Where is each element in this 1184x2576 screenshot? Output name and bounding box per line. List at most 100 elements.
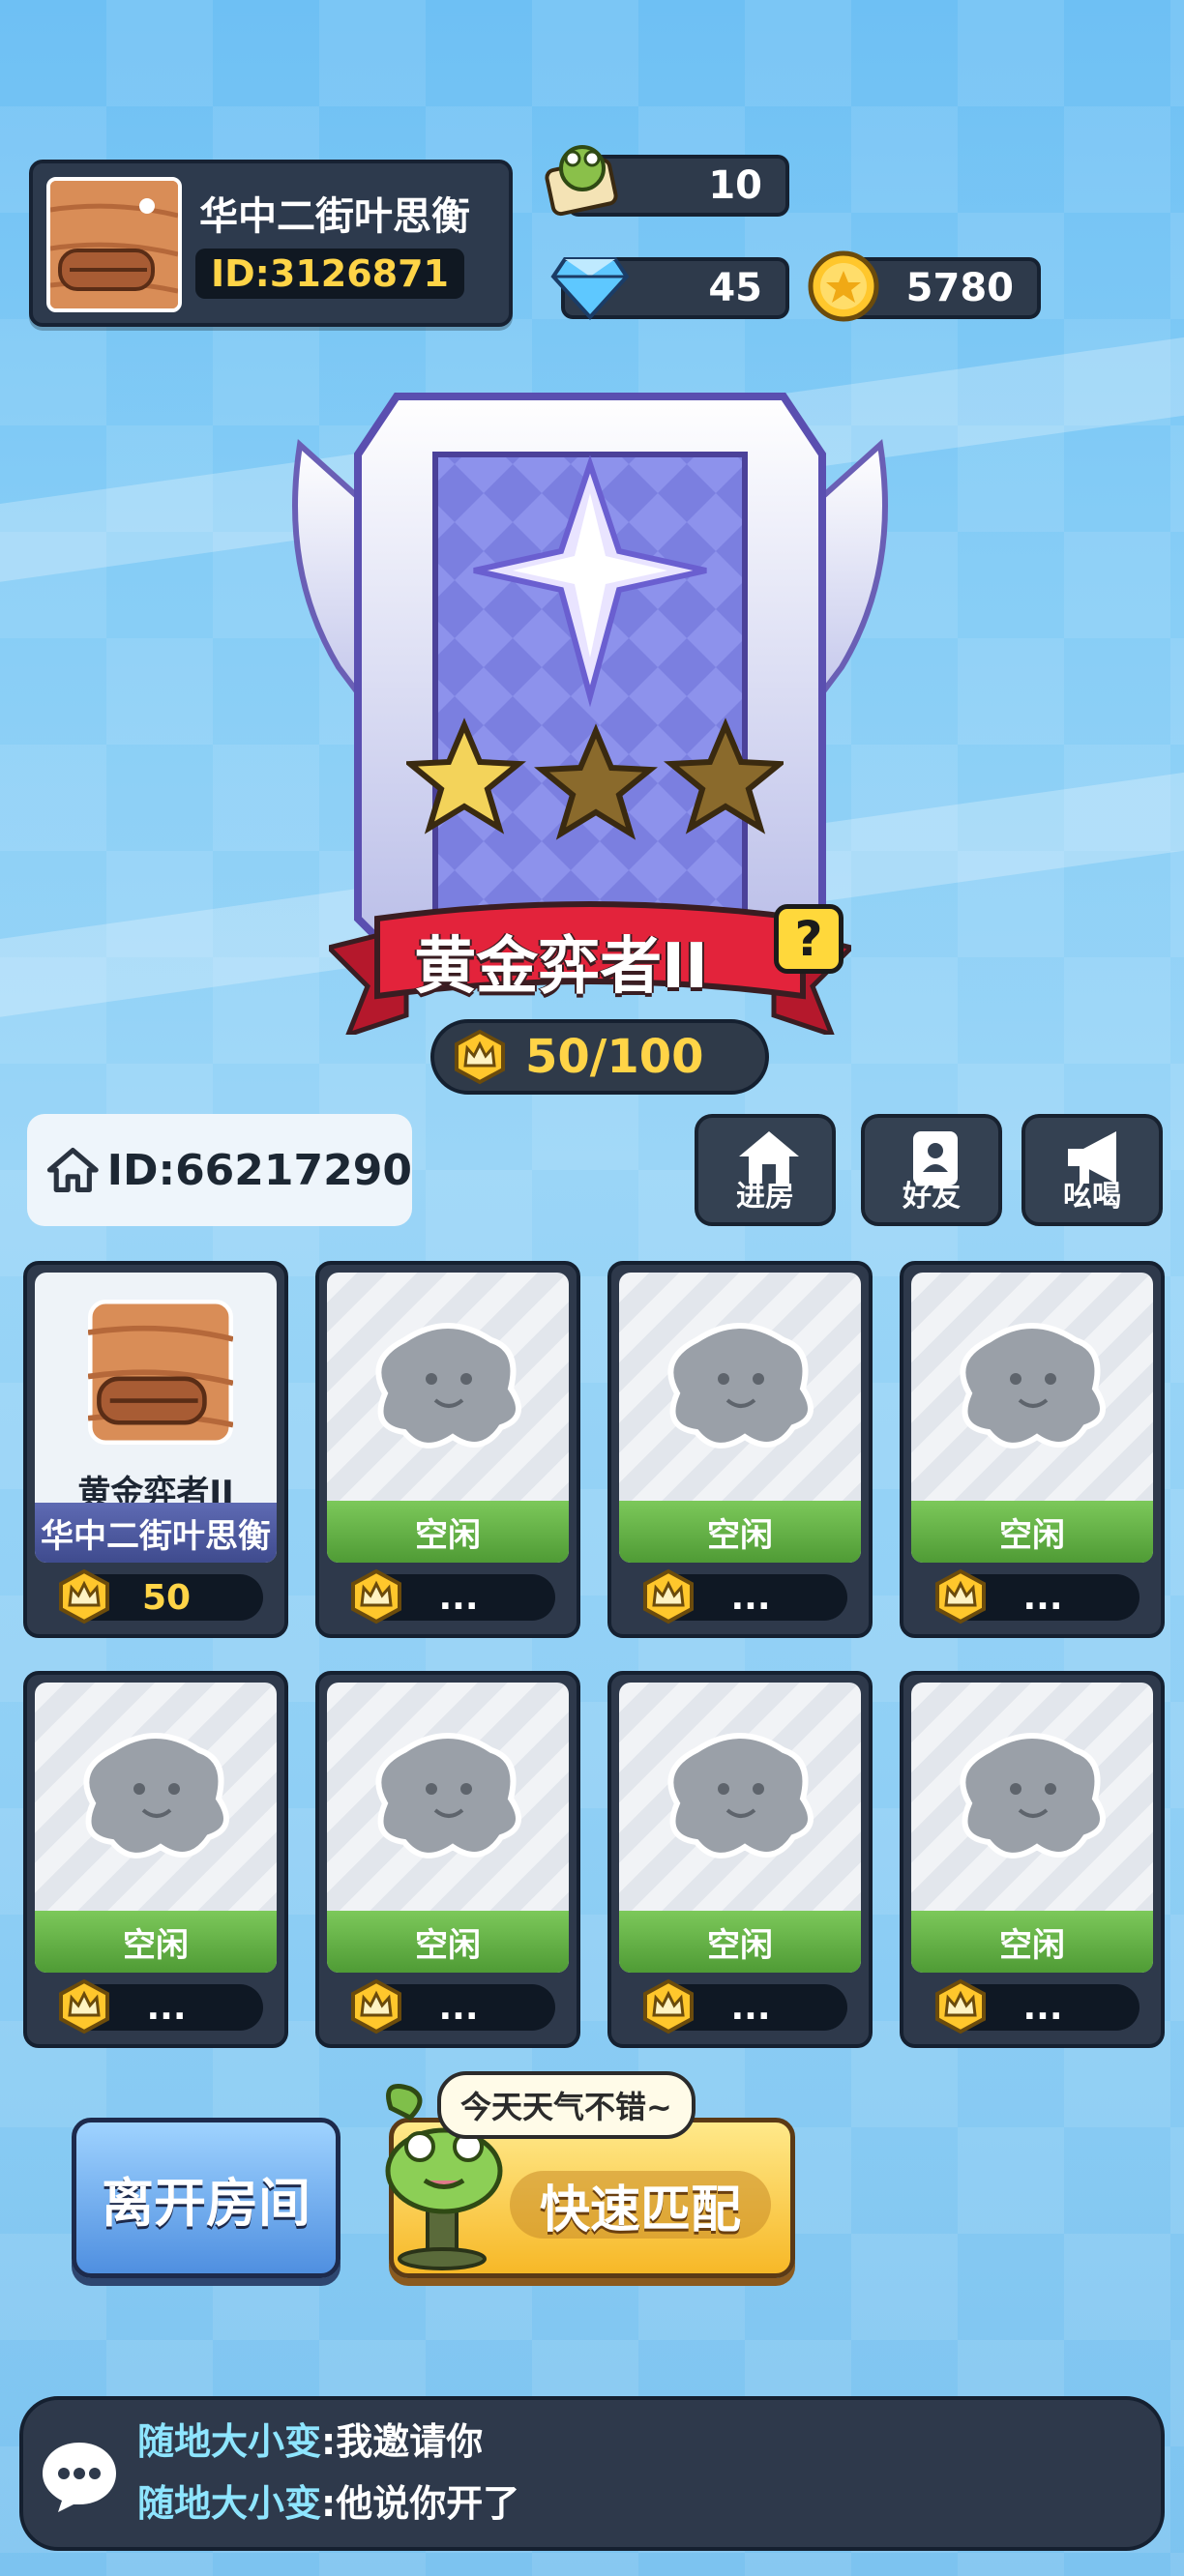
- friends-button[interactable]: 好友: [861, 1114, 1002, 1226]
- shout-label: 吆喝: [1063, 1180, 1121, 1214]
- rank-progress-text: 50/100: [525, 1030, 704, 1084]
- frog-ticket-icon: [545, 145, 618, 217]
- quick-match-label: 快速匹配: [510, 2171, 771, 2239]
- seat-card-empty[interactable]: 空闲 ...: [315, 1261, 580, 1638]
- chat-text: :我邀请你: [321, 2420, 484, 2463]
- player-name: 华中二街叶思衡: [199, 194, 470, 239]
- room-id-box[interactable]: ID:66217290: [27, 1114, 412, 1226]
- crown-icon: [935, 1978, 986, 2034]
- mascot-speech-bubble: 今天天气不错~: [437, 2071, 696, 2139]
- seat-card-empty[interactable]: 空闲 ...: [23, 1671, 288, 2048]
- star-empty-icon: [664, 717, 784, 834]
- chat-text: :他说你开了: [321, 2482, 520, 2525]
- seat-card-empty[interactable]: 空闲 ...: [900, 1671, 1165, 2048]
- player-card[interactable]: 华中二街叶思衡 ID:3126871: [29, 160, 513, 327]
- placeholder-blob-icon: [375, 1733, 521, 1859]
- seat-portrait: 空闲: [911, 1273, 1153, 1563]
- seat-score-value: ...: [438, 1577, 479, 1618]
- coin-count: 5780: [905, 266, 1014, 310]
- seat-player-name: 华中二街叶思衡: [35, 1503, 277, 1563]
- seat-score-value: 50: [141, 1577, 192, 1618]
- leave-room-label: 离开房间: [102, 2172, 311, 2234]
- rank-banner: 黄金弈者II: [329, 899, 851, 1025]
- enter-room-label: 进房: [736, 1180, 794, 1214]
- seat-score: 50: [59, 1568, 263, 1625]
- seat-portrait: 空闲: [327, 1273, 569, 1563]
- enter-room-button[interactable]: 进房: [695, 1114, 836, 1226]
- seat-score: ...: [643, 1568, 847, 1625]
- seat-portrait: 空闲: [327, 1683, 569, 1973]
- star-empty-icon: [534, 723, 658, 840]
- crown-icon: [351, 1978, 401, 2034]
- seat-portrait: 空闲: [619, 1273, 861, 1563]
- shout-button[interactable]: 吆喝: [1021, 1114, 1163, 1226]
- seat-score: ...: [935, 1978, 1140, 2034]
- question-icon: ?: [794, 911, 823, 967]
- seat-score-value: ...: [438, 1987, 479, 2028]
- chat-panel[interactable]: 随地大小变:我邀请你 随地大小变:他说你开了: [19, 2396, 1165, 2551]
- chat-message: 随地大小变:我邀请你: [137, 2412, 483, 2465]
- seat-card-occupied[interactable]: 黄金弈者II 华中二街叶思衡 50: [23, 1261, 288, 1638]
- avatar: [46, 177, 182, 312]
- seat-score: ...: [59, 1978, 263, 2034]
- placeholder-blob-icon: [960, 1733, 1106, 1859]
- seat-status: 空闲: [619, 1501, 861, 1563]
- seat-portrait: 黄金弈者II 华中二街叶思衡: [35, 1273, 277, 1563]
- placeholder-blob-icon: [667, 1733, 814, 1859]
- seat-score-value: ...: [1022, 1987, 1063, 2028]
- room-screen: 华中二街叶思衡 ID:3126871 10 45 5780 黄金弈者II ? 5…: [0, 0, 1184, 2576]
- chat-bubble-icon: [43, 2443, 116, 2512]
- seat-score: ...: [351, 1978, 555, 2034]
- diamond-count: 45: [708, 266, 762, 310]
- crown-icon: [643, 1978, 694, 2034]
- seat-score-value: ...: [730, 1577, 771, 1618]
- seat-card-empty[interactable]: 空闲 ...: [900, 1261, 1165, 1638]
- coin-icon: [808, 250, 879, 322]
- crown-icon: [351, 1568, 401, 1625]
- room-id: ID:66217290: [106, 1145, 412, 1195]
- seat-score-value: ...: [730, 1987, 771, 2028]
- crown-icon: [643, 1568, 694, 1625]
- crown-icon: [455, 1029, 505, 1085]
- placeholder-blob-icon: [375, 1323, 521, 1449]
- seat-card-empty[interactable]: 空闲 ...: [607, 1671, 873, 2048]
- seat-status: 空闲: [35, 1911, 277, 1973]
- wood-block-avatar-icon: [88, 1300, 233, 1445]
- seat-portrait: 空闲: [35, 1683, 277, 1973]
- seat-portrait: 空闲: [911, 1683, 1153, 1973]
- frog-ticket-count: 10: [708, 163, 762, 208]
- player-id: ID:3126871: [195, 249, 464, 299]
- rank-stars: [406, 717, 784, 840]
- seat-status: 空闲: [619, 1911, 861, 1973]
- placeholder-blob-icon: [83, 1733, 229, 1859]
- diamond-icon: [550, 257, 630, 320]
- seat-status: 空闲: [911, 1501, 1153, 1563]
- leave-room-button[interactable]: 离开房间: [72, 2118, 340, 2278]
- placeholder-blob-icon: [667, 1323, 814, 1449]
- rank-help-button[interactable]: ?: [774, 904, 844, 974]
- home-icon: [46, 1147, 99, 1193]
- seat-score-value: ...: [146, 1987, 187, 2028]
- seat-score: ...: [351, 1568, 555, 1625]
- seat-status: 空闲: [327, 1911, 569, 1973]
- crown-icon: [59, 1978, 109, 2034]
- rank-title: 黄金弈者II: [414, 931, 708, 1003]
- chat-sender: 随地大小变: [137, 2482, 322, 2525]
- chat-sender: 随地大小变: [137, 2420, 322, 2463]
- chat-message: 随地大小变:他说你开了: [137, 2474, 519, 2527]
- crown-icon: [935, 1568, 986, 1625]
- friends-label: 好友: [903, 1180, 961, 1214]
- seat-score-value: ...: [1022, 1577, 1063, 1618]
- seat-card-empty[interactable]: 空闲 ...: [607, 1261, 873, 1638]
- placeholder-blob-icon: [960, 1323, 1106, 1449]
- seat-score: ...: [935, 1568, 1140, 1625]
- seat-status: 空闲: [911, 1911, 1153, 1973]
- seat-card-empty[interactable]: 空闲 ...: [315, 1671, 580, 2048]
- star-filled-icon: [406, 717, 526, 834]
- seat-score: ...: [643, 1978, 847, 2034]
- wood-block-avatar-icon: [50, 181, 178, 308]
- seat-status: 空闲: [327, 1501, 569, 1563]
- seat-portrait: 空闲: [619, 1683, 861, 1973]
- rank-progress: 50/100: [430, 1019, 769, 1095]
- crown-icon: [59, 1568, 109, 1625]
